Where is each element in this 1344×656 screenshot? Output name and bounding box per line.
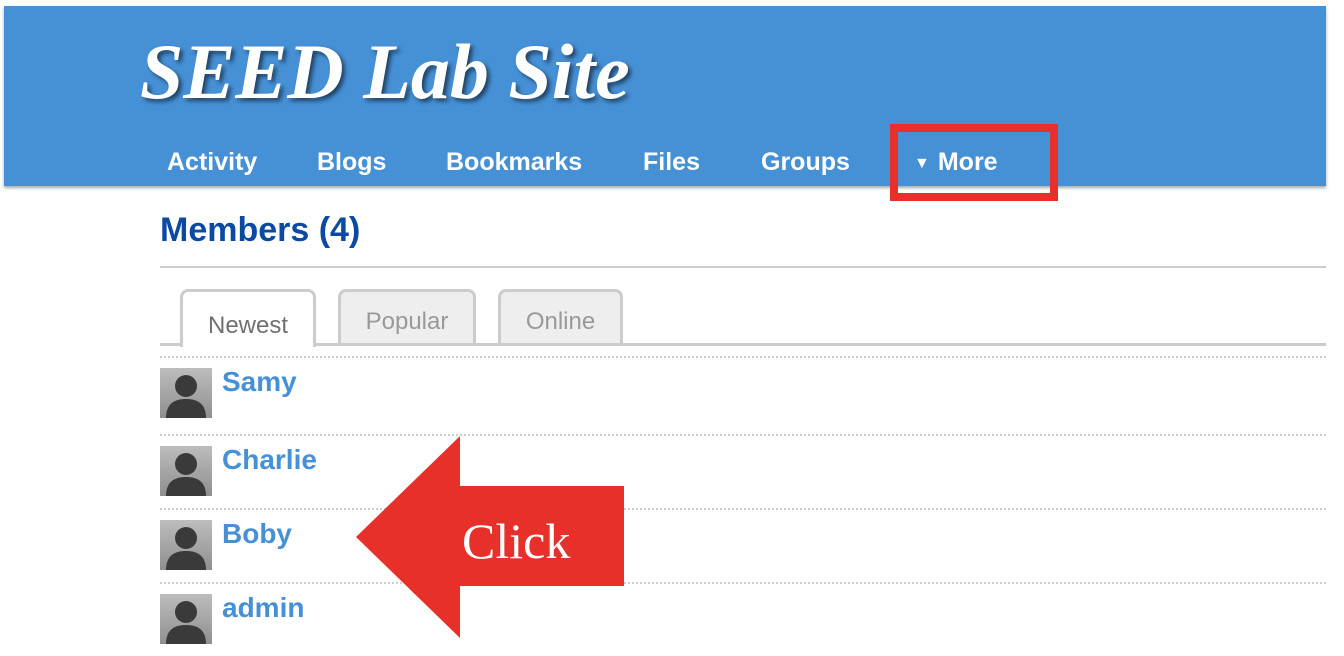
user-silhouette-icon <box>166 453 206 496</box>
tab-popular[interactable]: Popular <box>338 289 476 345</box>
member-name-link[interactable]: admin <box>222 588 304 628</box>
nav-item-more-label: More <box>937 148 998 176</box>
avatar[interactable] <box>160 446 212 496</box>
page: SEED Lab Site Activity Blogs Bookmarks F… <box>0 0 1344 656</box>
row-divider <box>160 582 1326 584</box>
nav-item-activity[interactable]: Activity <box>167 142 257 182</box>
tab-online[interactable]: Online <box>498 289 623 345</box>
nav-item-more[interactable]: ▼ More <box>914 142 998 186</box>
row-divider <box>160 356 1326 358</box>
user-silhouette-icon <box>166 601 206 644</box>
avatar[interactable] <box>160 368 212 418</box>
nav-item-blogs[interactable]: Blogs <box>317 142 386 182</box>
caret-down-icon: ▼ <box>914 155 930 172</box>
nav-item-groups[interactable]: Groups <box>761 142 850 182</box>
member-name-link[interactable]: Samy <box>222 362 297 402</box>
title-divider <box>160 266 1326 268</box>
member-name-link[interactable]: Charlie <box>222 440 317 480</box>
tabs-divider <box>160 343 1326 346</box>
avatar[interactable] <box>160 520 212 570</box>
row-divider <box>160 508 1326 510</box>
main-nav: Activity Blogs Bookmarks Files Groups ▼ M… <box>4 142 1326 182</box>
arrow-label: Click <box>462 513 571 569</box>
user-silhouette-icon <box>166 527 206 570</box>
page-title: Members (4) <box>160 211 361 249</box>
tab-newest[interactable]: Newest <box>180 289 316 347</box>
list-item: Samy <box>160 362 760 418</box>
site-header: SEED Lab Site Activity Blogs Bookmarks F… <box>4 6 1326 186</box>
member-name-link[interactable]: Boby <box>222 514 292 554</box>
row-divider <box>160 434 1326 436</box>
user-silhouette-icon <box>166 375 206 418</box>
nav-item-bookmarks[interactable]: Bookmarks <box>446 142 582 182</box>
site-title[interactable]: SEED Lab Site <box>140 22 630 122</box>
avatar[interactable] <box>160 594 212 644</box>
nav-item-files[interactable]: Files <box>643 142 700 182</box>
